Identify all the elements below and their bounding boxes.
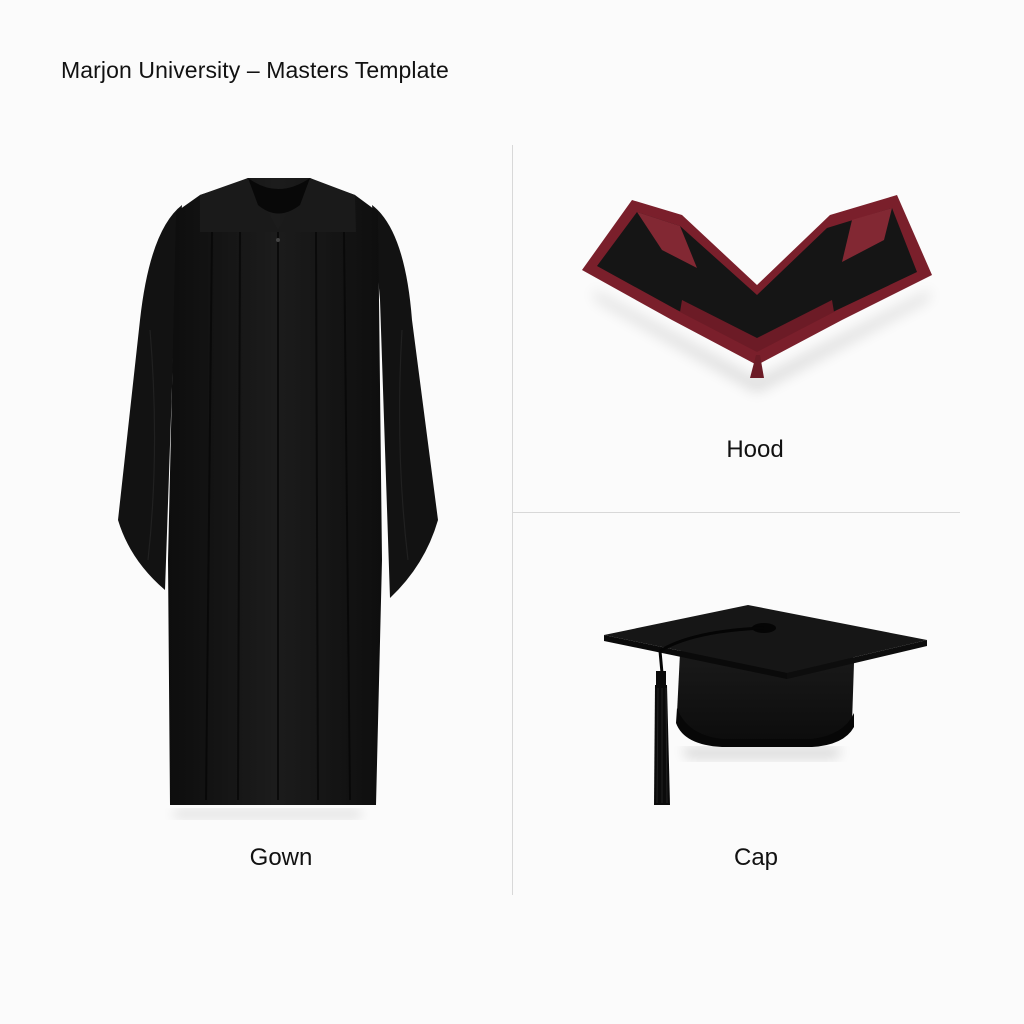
hood-label: Hood	[726, 436, 784, 463]
academic-gown-icon	[118, 178, 438, 818]
cap-label: Cap	[733, 844, 779, 871]
gown-panel: Gown	[0, 0, 512, 900]
hood-panel: Hood	[512, 0, 1024, 512]
cap-panel: Cap	[512, 513, 1024, 913]
template-page: Marjon University – Masters Template Gow…	[0, 0, 1024, 1024]
gown-label: Gown	[249, 844, 313, 871]
